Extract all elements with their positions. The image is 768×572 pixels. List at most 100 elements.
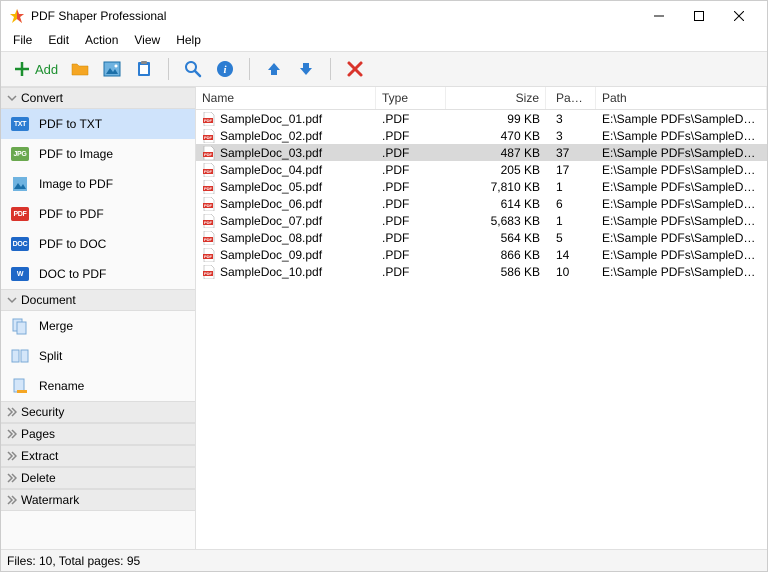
image-icon [103, 60, 121, 78]
merge-icon [11, 317, 29, 335]
pdf-file-icon: PDF [202, 129, 216, 143]
column-type[interactable]: Type [376, 87, 446, 109]
sidebar-group-security[interactable]: Security [1, 401, 195, 423]
add-label: Add [35, 62, 58, 77]
paste-button[interactable] [130, 55, 158, 83]
svg-text:PDF: PDF [204, 152, 213, 157]
file-pages: 10 [546, 261, 596, 283]
chevron-down-icon [7, 295, 17, 305]
svg-text:PDF: PDF [204, 203, 213, 208]
arrow-up-icon [265, 60, 283, 78]
pdf-icon: PDF [11, 205, 29, 223]
titlebar: PDF Shaper Professional [1, 1, 767, 31]
svg-text:PDF: PDF [204, 186, 213, 191]
add-image-button[interactable] [98, 55, 126, 83]
sidebar-item-pdf-to-txt[interactable]: TXT PDF to TXT [1, 109, 195, 139]
add-folder-button[interactable] [66, 55, 94, 83]
pdf-file-icon: PDF [202, 265, 216, 279]
svg-text:PDF: PDF [204, 220, 213, 225]
clipboard-icon [135, 60, 153, 78]
list-rows: PDFSampleDoc_01.pdf.PDF99 KB3E:\Sample P… [196, 110, 767, 549]
plus-icon [13, 60, 31, 78]
svg-text:PDF: PDF [204, 169, 213, 174]
pdf-file-icon: PDF [202, 146, 216, 160]
sidebar-item-split[interactable]: Split [1, 341, 195, 371]
menu-edit[interactable]: Edit [40, 31, 77, 51]
sidebar-group-watermark[interactable]: Watermark [1, 489, 195, 511]
pdf-file-icon: PDF [202, 112, 216, 126]
menu-action[interactable]: Action [77, 31, 126, 51]
file-name: SampleDoc_03.pdf [220, 146, 322, 160]
chevron-right-icon [7, 407, 17, 417]
sidebar-item-rename[interactable]: Rename [1, 371, 195, 401]
toolbar-separator [168, 58, 169, 80]
menu-help[interactable]: Help [168, 31, 209, 51]
file-name: SampleDoc_10.pdf [220, 265, 322, 279]
file-list: Name Type Size Pages Path PDF SampleDoc_0… [196, 87, 767, 549]
remove-button[interactable] [341, 55, 369, 83]
svg-text:PDF: PDF [204, 118, 213, 123]
menu-file[interactable]: File [5, 31, 40, 51]
file-name: SampleDoc_09.pdf [220, 248, 322, 262]
split-icon [11, 347, 29, 365]
move-down-button[interactable] [292, 55, 320, 83]
menu-view[interactable]: View [126, 31, 168, 51]
sidebar-group-document[interactable]: Document [1, 289, 195, 311]
info-icon: i [216, 60, 234, 78]
txt-icon: TXT [11, 115, 29, 133]
file-size: 586 KB [446, 261, 546, 283]
sidebar-item-merge[interactable]: Merge [1, 311, 195, 341]
word-icon: W [11, 265, 29, 283]
minimize-button[interactable] [639, 2, 679, 30]
sidebar-item-pdf-to-image[interactable]: JPG PDF to Image [1, 139, 195, 169]
sidebar-group-delete[interactable]: Delete [1, 467, 195, 489]
file-name: SampleDoc_07.pdf [220, 214, 322, 228]
chevron-right-icon [7, 473, 17, 483]
pdf-file-icon: PDF [202, 248, 216, 262]
pdf-file-icon: PDF [202, 197, 216, 211]
sidebar-item-pdf-to-pdf[interactable]: PDF PDF to PDF [1, 199, 195, 229]
svg-text:PDF: PDF [204, 271, 213, 276]
statusbar: Files: 10, Total pages: 95 [1, 549, 767, 571]
file-name: SampleDoc_04.pdf [220, 163, 322, 177]
search-button[interactable] [179, 55, 207, 83]
sidebar-item-image-to-pdf[interactable]: Image to PDF [1, 169, 195, 199]
sidebar-item-pdf-to-doc[interactable]: DOC PDF to DOC [1, 229, 195, 259]
file-name: SampleDoc_06.pdf [220, 197, 322, 211]
file-name: SampleDoc_01.pdf [220, 112, 322, 126]
chevron-right-icon [7, 429, 17, 439]
file-path: E:\Sample PDFs\SampleDoc_10.pdf [596, 261, 767, 283]
app-icon [9, 8, 25, 24]
column-path[interactable]: Path [596, 87, 767, 109]
rename-icon [11, 377, 29, 395]
column-size[interactable]: Size [446, 87, 546, 109]
file-type: .PDF [376, 261, 446, 283]
table-row[interactable]: PDF SampleDoc_10.pdf .PDF586 KB10E:\Sample… [196, 263, 767, 280]
add-button[interactable]: Add [9, 55, 62, 83]
sidebar-group-convert[interactable]: Convert [1, 87, 195, 109]
menubar: File Edit Action View Help [1, 31, 767, 51]
maximize-button[interactable] [679, 2, 719, 30]
svg-text:PDF: PDF [204, 254, 213, 259]
info-button[interactable]: i [211, 55, 239, 83]
pdf-file-icon: PDF [202, 163, 216, 177]
sidebar-group-extract[interactable]: Extract [1, 445, 195, 467]
x-icon [346, 60, 364, 78]
window-title: PDF Shaper Professional [31, 9, 639, 23]
column-pages[interactable]: Pages [546, 87, 596, 109]
move-up-button[interactable] [260, 55, 288, 83]
file-name: SampleDoc_05.pdf [220, 180, 322, 194]
chevron-right-icon [7, 451, 17, 461]
chevron-right-icon [7, 495, 17, 505]
sidebar-group-pages[interactable]: Pages [1, 423, 195, 445]
list-header: Name Type Size Pages Path [196, 87, 767, 110]
svg-text:PDF: PDF [204, 135, 213, 140]
toolbar-separator [330, 58, 331, 80]
arrow-down-icon [297, 60, 315, 78]
sidebar-item-doc-to-pdf[interactable]: W DOC to PDF [1, 259, 195, 289]
close-button[interactable] [719, 2, 759, 30]
file-name: SampleDoc_08.pdf [220, 231, 322, 245]
pdf-file-icon: PDF [202, 180, 216, 194]
column-name[interactable]: Name [196, 87, 376, 109]
image-file-icon [11, 175, 29, 193]
